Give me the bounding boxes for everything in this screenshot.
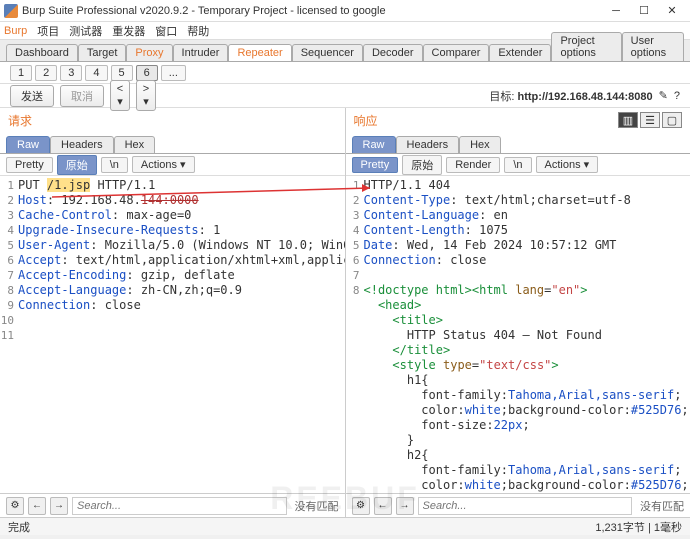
- tab-user-options[interactable]: User options: [622, 32, 684, 61]
- menu-tester[interactable]: 测试器: [69, 23, 102, 39]
- tab-decoder[interactable]: Decoder: [363, 44, 423, 61]
- repeater-toolbar: 发送 取消 < ▾ > ▾ 目标: http://192.168.48.144:…: [0, 84, 690, 108]
- tab-target[interactable]: Target: [78, 44, 127, 61]
- resp-next-match-icon[interactable]: →: [396, 497, 414, 515]
- req-newline[interactable]: \n: [101, 157, 128, 173]
- request-pane: 请求 Raw Headers Hex Pretty 原始 \n Actions …: [0, 108, 346, 517]
- history-fwd-button[interactable]: > ▾: [136, 80, 156, 111]
- subtab-2[interactable]: 2: [35, 65, 57, 81]
- subtab-4[interactable]: 4: [85, 65, 107, 81]
- tab-proxy[interactable]: Proxy: [126, 44, 172, 61]
- main-tabbar: Dashboard Target Proxy Intruder Repeater…: [0, 40, 690, 62]
- req-prev-match-icon[interactable]: ←: [28, 497, 46, 515]
- view-layout-buttons: ▥ ☰ ▢: [618, 112, 682, 128]
- req-tab-headers[interactable]: Headers: [50, 136, 114, 153]
- req-settings-icon[interactable]: ⚙: [6, 497, 24, 515]
- resp-prev-match-icon[interactable]: ←: [374, 497, 392, 515]
- subtab-more[interactable]: ...: [161, 65, 186, 81]
- status-right: 1,231字节 | 1毫秒: [595, 519, 682, 535]
- resp-pretty[interactable]: Pretty: [352, 157, 399, 173]
- response-format-tabs: Raw Headers Hex: [346, 132, 690, 154]
- resp-newline[interactable]: \n: [504, 157, 531, 173]
- resp-actions[interactable]: Actions ▾: [536, 156, 599, 173]
- tab-extender[interactable]: Extender: [489, 44, 551, 61]
- target-display: 目标: http://192.168.48.144:8080: [489, 88, 652, 104]
- resp-render[interactable]: Render: [446, 157, 500, 173]
- response-subbar: Pretty 原始 Render \n Actions ▾: [346, 154, 690, 176]
- subtab-3[interactable]: 3: [60, 65, 82, 81]
- resp-tab-hex[interactable]: Hex: [459, 136, 501, 153]
- tab-repeater[interactable]: Repeater: [228, 44, 291, 61]
- status-bar: 完成 1,231字节 | 1毫秒: [0, 517, 690, 535]
- edit-target-icon[interactable]: ✎: [659, 89, 668, 102]
- status-left: 完成: [8, 519, 30, 535]
- req-tab-raw[interactable]: Raw: [6, 136, 50, 153]
- response-search-input[interactable]: [418, 497, 633, 515]
- cancel-button[interactable]: 取消: [60, 85, 104, 107]
- response-title: 响应: [354, 112, 378, 129]
- subtab-6[interactable]: 6: [136, 65, 158, 81]
- resp-nomatch-label: 没有匹配: [640, 498, 684, 514]
- req-tab-hex[interactable]: Hex: [114, 136, 156, 153]
- repeater-subtabs: 1 2 3 4 5 6 ...: [0, 62, 690, 84]
- response-pane: 响应 ▥ ☰ ▢ Raw Headers Hex Pretty 原始 Rende…: [346, 108, 690, 517]
- tab-project-options[interactable]: Project options: [551, 32, 621, 61]
- menu-window[interactable]: 窗口: [155, 23, 177, 39]
- maximize-button[interactable]: ☐: [630, 2, 658, 20]
- menu-burp[interactable]: Burp: [4, 25, 27, 37]
- resp-raw[interactable]: 原始: [402, 155, 442, 175]
- tab-sequencer[interactable]: Sequencer: [292, 44, 363, 61]
- request-subbar: Pretty 原始 \n Actions ▾: [0, 154, 345, 176]
- tab-intruder[interactable]: Intruder: [173, 44, 229, 61]
- request-format-tabs: Raw Headers Hex: [0, 132, 345, 154]
- close-button[interactable]: ✕: [658, 2, 686, 20]
- req-nomatch-label: 没有匹配: [295, 498, 339, 514]
- minimize-button[interactable]: ─: [602, 2, 630, 20]
- help-icon[interactable]: ?: [674, 90, 680, 102]
- window-titlebar: Burp Suite Professional v2020.9.2 - Temp…: [0, 0, 690, 22]
- layout-split-h-icon[interactable]: ▥: [618, 112, 638, 128]
- req-pretty[interactable]: Pretty: [6, 157, 53, 173]
- response-editor[interactable]: 1HTTP/1.1 4042Content-Type: text/html;ch…: [346, 176, 690, 493]
- req-raw[interactable]: 原始: [57, 155, 97, 175]
- subtab-5[interactable]: 5: [111, 65, 133, 81]
- resp-tab-raw[interactable]: Raw: [352, 136, 396, 153]
- tab-comparer[interactable]: Comparer: [423, 44, 490, 61]
- request-footer: ⚙ ← → 没有匹配: [0, 493, 345, 517]
- subtab-1[interactable]: 1: [10, 65, 32, 81]
- resp-tab-headers[interactable]: Headers: [396, 136, 460, 153]
- req-next-match-icon[interactable]: →: [50, 497, 68, 515]
- main-split: 请求 Raw Headers Hex Pretty 原始 \n Actions …: [0, 108, 690, 517]
- app-icon: [4, 4, 18, 18]
- menu-help[interactable]: 帮助: [187, 23, 209, 39]
- response-footer: ⚙ ← → 没有匹配: [346, 493, 690, 517]
- history-back-button[interactable]: < ▾: [110, 80, 130, 111]
- window-title: Burp Suite Professional v2020.9.2 - Temp…: [22, 5, 602, 17]
- layout-single-icon[interactable]: ▢: [662, 112, 682, 128]
- layout-split-v-icon[interactable]: ☰: [640, 112, 660, 128]
- request-editor[interactable]: 1PUT /1.jsp HTTP/1.12Host: 192.168.48.14…: [0, 176, 345, 493]
- tab-dashboard[interactable]: Dashboard: [6, 44, 78, 61]
- request-title: 请求: [8, 112, 32, 129]
- send-button[interactable]: 发送: [10, 85, 54, 107]
- menu-repeater[interactable]: 重发器: [112, 23, 145, 39]
- req-actions[interactable]: Actions ▾: [132, 156, 195, 173]
- resp-settings-icon[interactable]: ⚙: [352, 497, 370, 515]
- menu-project[interactable]: 项目: [37, 23, 59, 39]
- request-search-input[interactable]: [72, 497, 287, 515]
